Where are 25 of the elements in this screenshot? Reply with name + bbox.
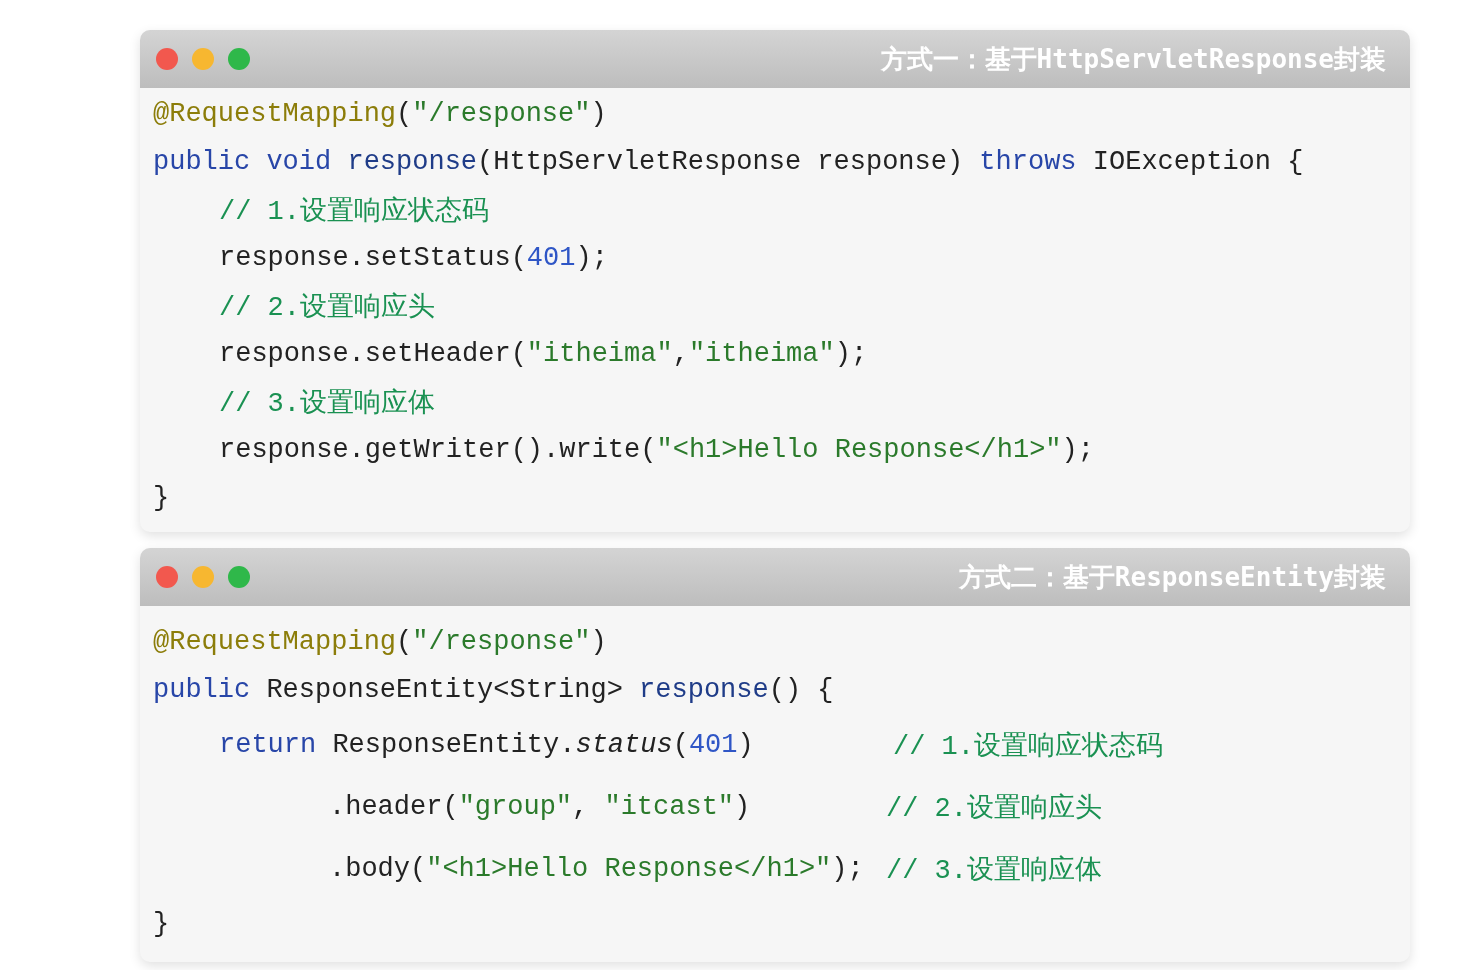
close-icon[interactable] <box>156 566 178 588</box>
code-line: // 3.设置响应体 <box>219 387 435 420</box>
code-line: // 2.设置响应头 <box>219 291 435 324</box>
code-line: public ResponseEntity<String> response() { <box>153 675 834 705</box>
code-line: return ResponseEntity.status(401) <box>219 730 754 760</box>
code-line: .header("group", "itcast") <box>329 792 751 822</box>
minimize-icon[interactable] <box>192 566 214 588</box>
code-line: // 1.设置响应状态码 <box>219 195 489 228</box>
code-line: } <box>153 909 170 939</box>
code-comment: // 1.设置响应状态码 <box>893 730 1163 763</box>
maximize-icon[interactable] <box>228 48 250 70</box>
code-line: .body("<h1>Hello Response</h1>"); <box>329 854 864 884</box>
code-line: } <box>153 483 170 513</box>
code-comment: // 3.设置响应体 <box>886 854 1102 887</box>
code-comment: // 2.设置响应头 <box>886 792 1102 825</box>
minimize-icon[interactable] <box>192 48 214 70</box>
code-line: @RequestMapping("/response") <box>153 627 607 657</box>
maximize-icon[interactable] <box>228 566 250 588</box>
code-line: response.setStatus(401); <box>219 243 608 273</box>
code-line: response.getWriter().write("<h1>Hello Response</h1>"); <box>219 435 1094 465</box>
close-icon[interactable] <box>156 48 178 70</box>
code-line: response.setHeader("itheima","itheima"); <box>219 339 868 369</box>
code-line: public void response(HttpServletResponse response) throws IOException { <box>153 147 1304 177</box>
code-line: @RequestMapping("/response") <box>153 99 607 129</box>
window-title: 方式二：基于ResponseEntity封装 <box>958 560 1386 594</box>
